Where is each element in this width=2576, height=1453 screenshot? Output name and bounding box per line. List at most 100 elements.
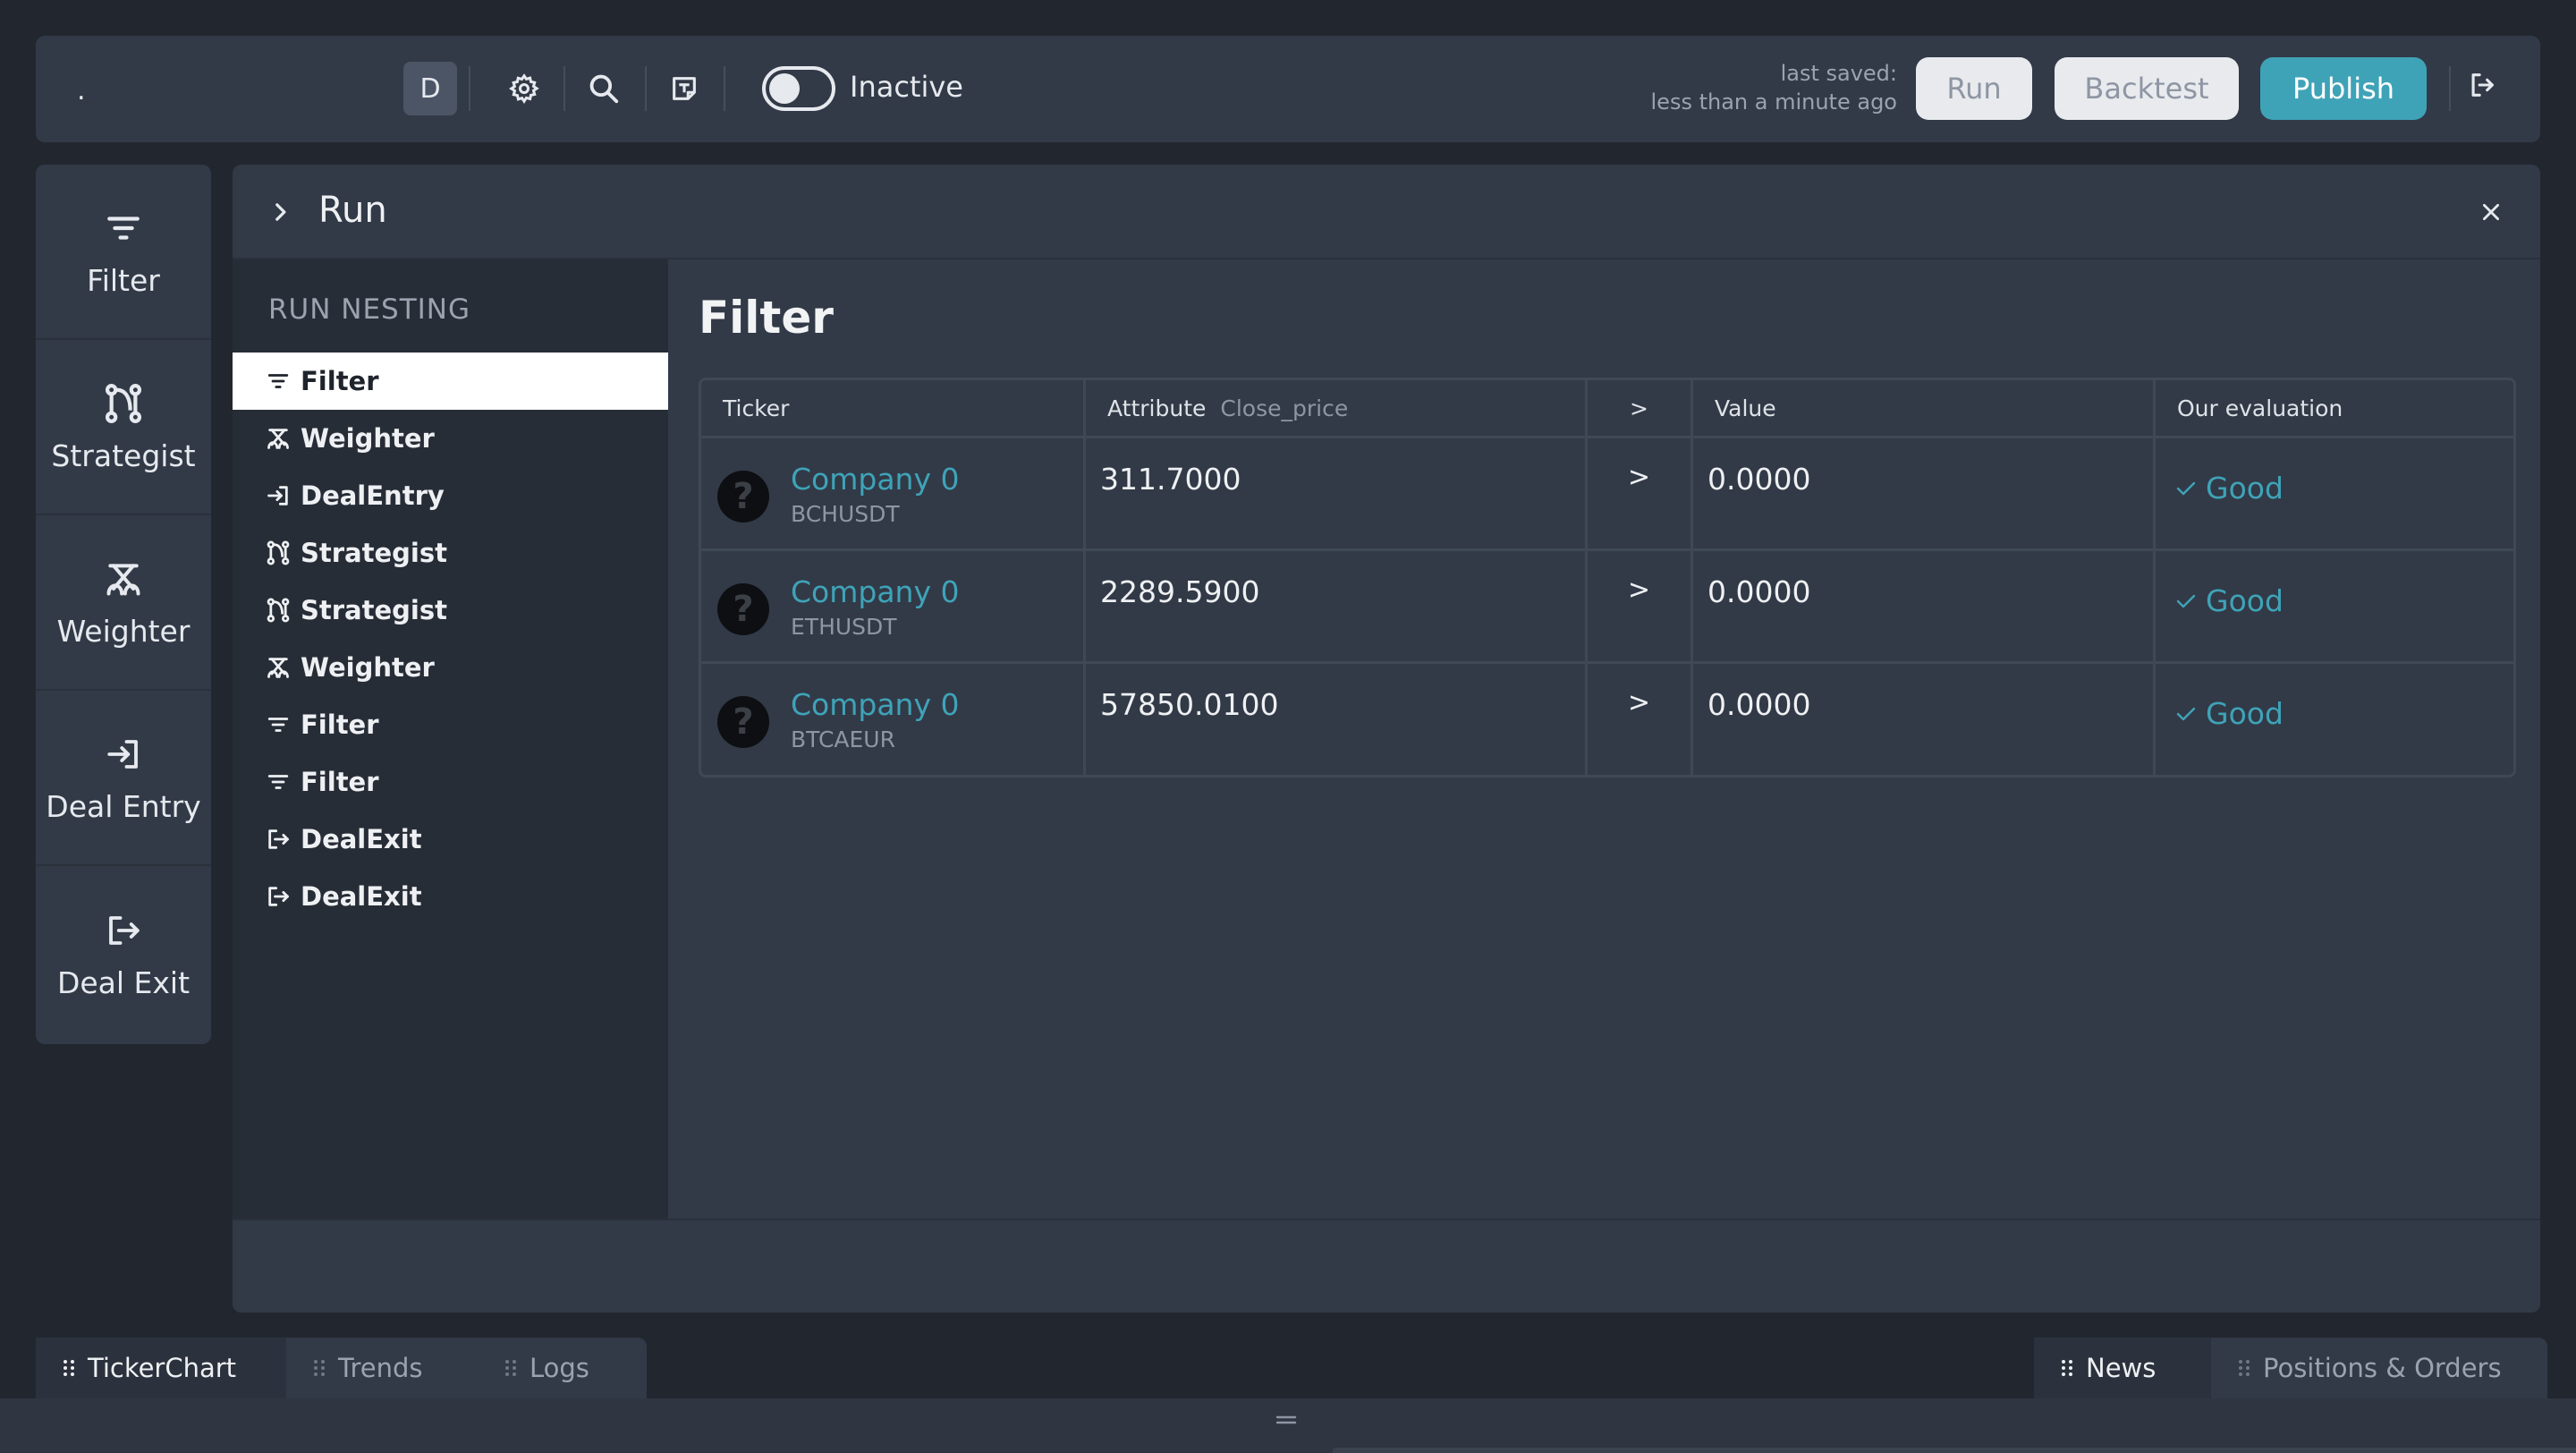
nesting-item-label: Filter	[301, 710, 379, 740]
evaluation-text: Good	[2206, 696, 2284, 731]
table-row: ? Company 0 BCHUSDT 311.7000 > 0.0000 Go…	[701, 438, 2513, 551]
tab-tickerchart[interactable]: TickerChart	[36, 1338, 286, 1398]
strategist-icon	[265, 597, 292, 624]
nesting-item-label: Filter	[301, 767, 379, 797]
publish-button[interactable]: Publish	[2260, 57, 2427, 120]
toolbar-divider	[724, 66, 725, 111]
toolbar-divider	[469, 66, 470, 111]
threshold-value: 0.0000	[1707, 687, 1811, 722]
logout-icon[interactable]	[2467, 70, 2497, 100]
search-icon[interactable]	[585, 70, 623, 107]
nesting-item-strategist[interactable]: Strategist	[233, 524, 668, 582]
run-nesting-list: Filter Weighter DealEntry Strategist Str…	[233, 353, 668, 925]
ticker-symbol: BTCAEUR	[791, 726, 895, 752]
content-title: Filter	[699, 292, 834, 344]
sidebar-item-filter[interactable]: Filter	[36, 165, 211, 340]
company-link[interactable]: Company 0	[791, 574, 959, 609]
component-sidebar: Filter Strategist Weighter Deal Entry De…	[36, 165, 211, 1044]
filter-icon	[265, 711, 292, 738]
filter-table: Ticker Attribute Close_price > Value Our…	[699, 378, 2516, 777]
weighter-icon	[265, 425, 292, 452]
check-icon	[2176, 707, 2196, 720]
chevron-right-icon[interactable]	[270, 200, 290, 224]
nesting-item-filter[interactable]: Filter	[233, 696, 668, 753]
tab-logs[interactable]: Logs	[478, 1338, 647, 1398]
nesting-item-filter[interactable]: Filter	[233, 353, 668, 410]
operator-value: >	[1627, 574, 1651, 606]
top-toolbar: . D Inactive last saved: less than a min…	[36, 36, 2540, 142]
nesting-item-weighter[interactable]: Weighter	[233, 639, 668, 696]
sidebar-item-deal-entry[interactable]: Deal Entry	[36, 691, 211, 866]
value-cell: 0.0000	[1693, 438, 2156, 548]
bottom-tabs-right: News Positions & Orders	[2034, 1338, 2547, 1398]
gear-icon[interactable]	[505, 70, 543, 107]
nesting-item-dealexit[interactable]: DealExit	[233, 811, 668, 868]
operator-value: >	[1627, 462, 1651, 493]
sidebar-item-strategist[interactable]: Strategist	[36, 340, 211, 515]
ticker-cell: ? Company 0 BTCAEUR	[701, 664, 1086, 775]
table-header-row: Ticker Attribute Close_price > Value Our…	[701, 380, 2513, 438]
check-icon	[2176, 594, 2196, 608]
company-link[interactable]: Company 0	[791, 687, 959, 722]
nesting-item-dealexit[interactable]: DealExit	[233, 868, 668, 925]
tab-label: Positions & Orders	[2263, 1353, 2502, 1383]
toolbar-divider	[645, 66, 647, 111]
run-button[interactable]: Run	[1916, 57, 2032, 120]
attribute-cell: 311.7000	[1086, 438, 1588, 548]
sidebar-item-label: Strategist	[51, 438, 196, 473]
tab-label: Logs	[530, 1353, 589, 1383]
toolbar-divider	[2449, 66, 2451, 111]
deal-exit-icon	[265, 826, 292, 853]
weighter-icon	[104, 557, 143, 601]
tab-trends[interactable]: Trends	[286, 1338, 478, 1398]
sidebar-item-weighter[interactable]: Weighter	[36, 515, 211, 691]
run-panel: Run RUN NESTING Filter Weighter DealEntr…	[233, 165, 2540, 1313]
drawer-scroll-indicator	[1333, 1448, 2576, 1453]
tab-news[interactable]: News	[2034, 1338, 2211, 1398]
nesting-item-dealentry[interactable]: DealEntry	[233, 467, 668, 524]
status-label: Inactive	[850, 70, 963, 104]
nesting-item-strategist[interactable]: Strategist	[233, 582, 668, 639]
column-header-ticker: Ticker	[701, 380, 1086, 436]
note-icon[interactable]	[665, 70, 703, 107]
filter-icon	[265, 769, 292, 795]
workspace-button[interactable]: D	[403, 62, 457, 115]
deal-entry-icon	[105, 732, 142, 777]
deal-entry-icon	[265, 482, 292, 509]
attribute-header-label: Attribute	[1107, 395, 1207, 421]
panel-title: Run	[318, 190, 387, 231]
sidebar-item-label: Filter	[87, 262, 160, 298]
ticker-symbol: ETHUSDT	[791, 614, 897, 640]
tab-positions-orders[interactable]: Positions & Orders	[2211, 1338, 2547, 1398]
attribute-value: 311.7000	[1100, 462, 1241, 497]
run-nesting-panel: RUN NESTING Filter Weighter DealEntry St…	[233, 259, 668, 1219]
active-toggle[interactable]	[762, 66, 835, 111]
threshold-value: 0.0000	[1707, 462, 1811, 497]
company-link[interactable]: Company 0	[791, 462, 959, 497]
backtest-button[interactable]: Backtest	[2055, 57, 2239, 120]
drag-handle-icon	[64, 1360, 74, 1376]
evaluation-cell: Good	[2156, 664, 2513, 775]
nesting-item-label: DealEntry	[301, 480, 445, 511]
nesting-item-label: DealExit	[301, 881, 422, 912]
operator-cell: >	[1588, 664, 1693, 775]
nesting-item-filter[interactable]: Filter	[233, 753, 668, 811]
resize-handle-icon[interactable]	[1275, 1414, 1298, 1426]
nesting-item-weighter[interactable]: Weighter	[233, 410, 668, 467]
sidebar-item-deal-exit[interactable]: Deal Exit	[36, 866, 211, 1041]
column-header-evaluation: Our evaluation	[2177, 395, 2343, 421]
nesting-item-label: Strategist	[301, 595, 447, 625]
close-icon[interactable]	[2479, 200, 2503, 224]
tab-label: TickerChart	[88, 1353, 237, 1383]
attribute-cell: 2289.5900	[1086, 551, 1588, 661]
ticker-symbol: BCHUSDT	[791, 501, 900, 527]
sidebar-item-label: Deal Entry	[46, 788, 201, 824]
nesting-item-label: Weighter	[301, 423, 435, 454]
panel-footer	[233, 1219, 2540, 1313]
filter-icon	[105, 206, 142, 251]
ticker-cell: ? Company 0 ETHUSDT	[701, 551, 1086, 661]
tab-label: News	[2086, 1353, 2157, 1383]
last-saved-label: last saved:	[1780, 61, 1897, 86]
threshold-value: 0.0000	[1707, 574, 1811, 609]
nesting-item-label: DealExit	[301, 824, 422, 854]
